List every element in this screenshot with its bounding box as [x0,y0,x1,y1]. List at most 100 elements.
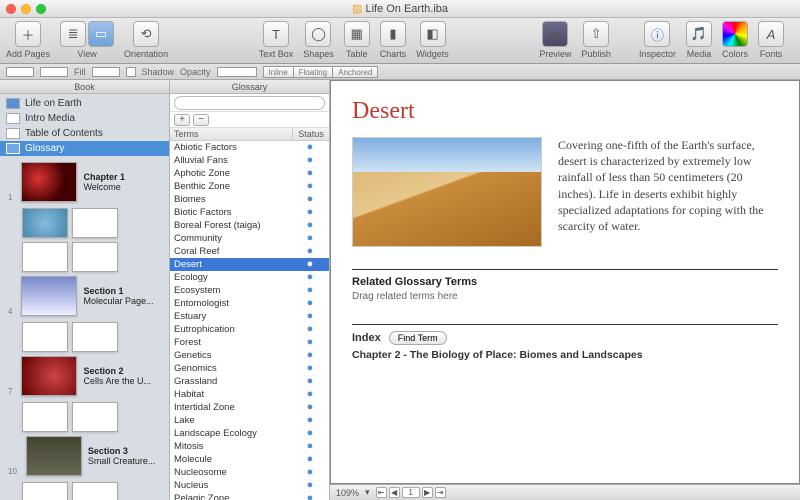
glossary-term-row[interactable]: Eutrophication● [170,323,329,336]
outline-item-glossary[interactable]: Glossary [0,141,169,156]
prev-page-button[interactable]: ◀ [389,487,400,498]
glossary-term-row[interactable]: Genomics● [170,362,329,375]
chapter-thumb[interactable]: 1 Chapter 1Welcome [8,162,165,202]
glossary-term-row[interactable]: Habitat● [170,388,329,401]
page-spread[interactable] [22,208,165,238]
glossary-term-row[interactable]: Aphotic Zone● [170,167,329,180]
glossary-term-row[interactable]: Coral Reef● [170,245,329,258]
glossary-panel: Glossary + − Terms Status Abiotic Factor… [170,80,330,500]
glossary-term-row[interactable]: Lake● [170,414,329,427]
shadow-label: Shadow [142,67,175,77]
section-label: Section 1Molecular Page... [83,286,153,306]
section-thumb[interactable]: 7 Section 2Cells Are the U... [8,356,165,396]
charts-button[interactable]: ▮ [380,21,406,47]
section-thumb[interactable]: 10 Section 3Small Creature... [8,436,165,476]
glossary-term-label: Molecule [174,453,295,466]
glossary-term-row[interactable]: Biomes● [170,193,329,206]
add-term-button[interactable]: + [174,114,190,126]
shadow-checkbox[interactable] [126,67,136,77]
thumbnail-image [21,276,77,316]
page-spread[interactable] [22,402,165,432]
wrap-floating[interactable]: Floating [294,66,333,78]
charts-label: Charts [380,49,407,59]
outline-item-toc[interactable]: Table of Contents [0,126,169,141]
glossary-term-row[interactable]: Abiotic Factors● [170,141,329,154]
outline-item-intro[interactable]: Intro Media [0,111,169,126]
remove-term-button[interactable]: − [193,114,209,126]
add-pages-button[interactable]: ＋ [15,21,41,47]
glossary-term-row[interactable]: Genetics● [170,349,329,362]
text-box-button[interactable]: T [263,21,289,47]
status-dot-icon: ● [295,284,325,297]
view-outline-button[interactable]: ≣ [60,21,86,47]
glossary-term-row[interactable]: Benthic Zone● [170,180,329,193]
document-page[interactable]: Desert Covering one-fifth of the Earth's… [330,80,800,484]
glossary-term-row[interactable]: Boreal Forest (taiga)● [170,219,329,232]
colors-button[interactable] [722,21,748,47]
opacity-field[interactable] [217,67,257,77]
glossary-term-row[interactable]: Forest● [170,336,329,349]
orientation-button[interactable]: ⟲ [133,21,159,47]
media-button[interactable]: 🎵 [686,21,712,47]
glossary-term-label: Grassland [174,375,295,388]
wrap-anchored[interactable]: Anchored [333,66,378,78]
glossary-term-row[interactable]: Nucleus● [170,479,329,492]
shapes-label: Shapes [303,49,334,59]
zoom-level[interactable]: 109% [336,488,359,498]
glossary-term-row[interactable]: Community● [170,232,329,245]
glossary-term-row[interactable]: Desert● [170,258,329,271]
preview-label: Preview [539,49,571,59]
section-thumb[interactable]: 4 Section 1Molecular Page... [8,276,165,316]
publish-button[interactable]: ⇧ [583,21,609,47]
related-terms-dropzone[interactable]: Drag related terms here [352,291,778,302]
glossary-term-row[interactable]: Estuary● [170,310,329,323]
fill-swatch[interactable] [92,67,120,77]
wrap-segmented-control[interactable]: Inline Floating Anchored [263,66,379,78]
glossary-term-row[interactable]: Grassland● [170,375,329,388]
glossary-term-label: Entomologist [174,297,295,310]
terms-column-header[interactable]: Terms [170,128,293,140]
inspector-button[interactable]: ⓘ [644,21,670,47]
glossary-term-row[interactable]: Biotic Factors● [170,206,329,219]
glossary-term-row[interactable]: Mitosis● [170,440,329,453]
glossary-term-row[interactable]: Ecology● [170,271,329,284]
last-page-button[interactable]: ⇥ [435,487,446,498]
status-dot-icon: ● [295,206,325,219]
page-spread[interactable] [22,322,165,352]
status-column-header[interactable]: Status [293,128,329,140]
glossary-term-label: Aphotic Zone [174,167,295,180]
glossary-search-input[interactable] [174,96,325,110]
page-spread[interactable] [22,482,165,500]
glossary-term-row[interactable]: Alluvial Fans● [170,154,329,167]
zoom-dropdown-icon[interactable]: ▾ [365,487,370,498]
fonts-button[interactable]: A [758,21,784,47]
find-term-button[interactable]: Find Term [389,331,447,345]
glossary-term-row[interactable]: Entomologist● [170,297,329,310]
glossary-term-label: Mitosis [174,440,295,453]
first-page-button[interactable]: ⇤ [376,487,387,498]
widgets-button[interactable]: ◧ [420,21,446,47]
page-spread[interactable] [22,242,165,272]
status-dot-icon: ● [295,466,325,479]
glossary-term-row[interactable]: Molecule● [170,453,329,466]
glossary-term-label: Biotic Factors [174,206,295,219]
outline-item-book[interactable]: Life on Earth [0,96,169,111]
glossary-term-row[interactable]: Nucleosome● [170,466,329,479]
glossary-term-row[interactable]: Intertidal Zone● [170,401,329,414]
glossary-term-row[interactable]: Ecosystem● [170,284,329,297]
glossary-term-row[interactable]: Landscape Ecology● [170,427,329,440]
glossary-term-row[interactable]: Pelagic Zone● [170,492,329,500]
term-definition[interactable]: Covering one-fifth of the Earth's surfac… [558,137,778,247]
view-page-button[interactable]: ▭ [88,21,114,47]
stroke-swatch[interactable] [6,67,34,77]
page-number-field[interactable]: 1 [402,487,420,498]
glossary-column-headers[interactable]: Terms Status [170,128,329,141]
wrap-inline[interactable]: Inline [263,66,294,78]
term-image[interactable] [352,137,542,247]
line-style-swatch[interactable] [40,67,68,77]
table-button[interactable]: ▦ [344,21,370,47]
shapes-button[interactable]: ◯ [305,21,331,47]
glossary-term-label: Habitat [174,388,295,401]
next-page-button[interactable]: ▶ [422,487,433,498]
preview-button[interactable]: ▭ [542,21,568,47]
